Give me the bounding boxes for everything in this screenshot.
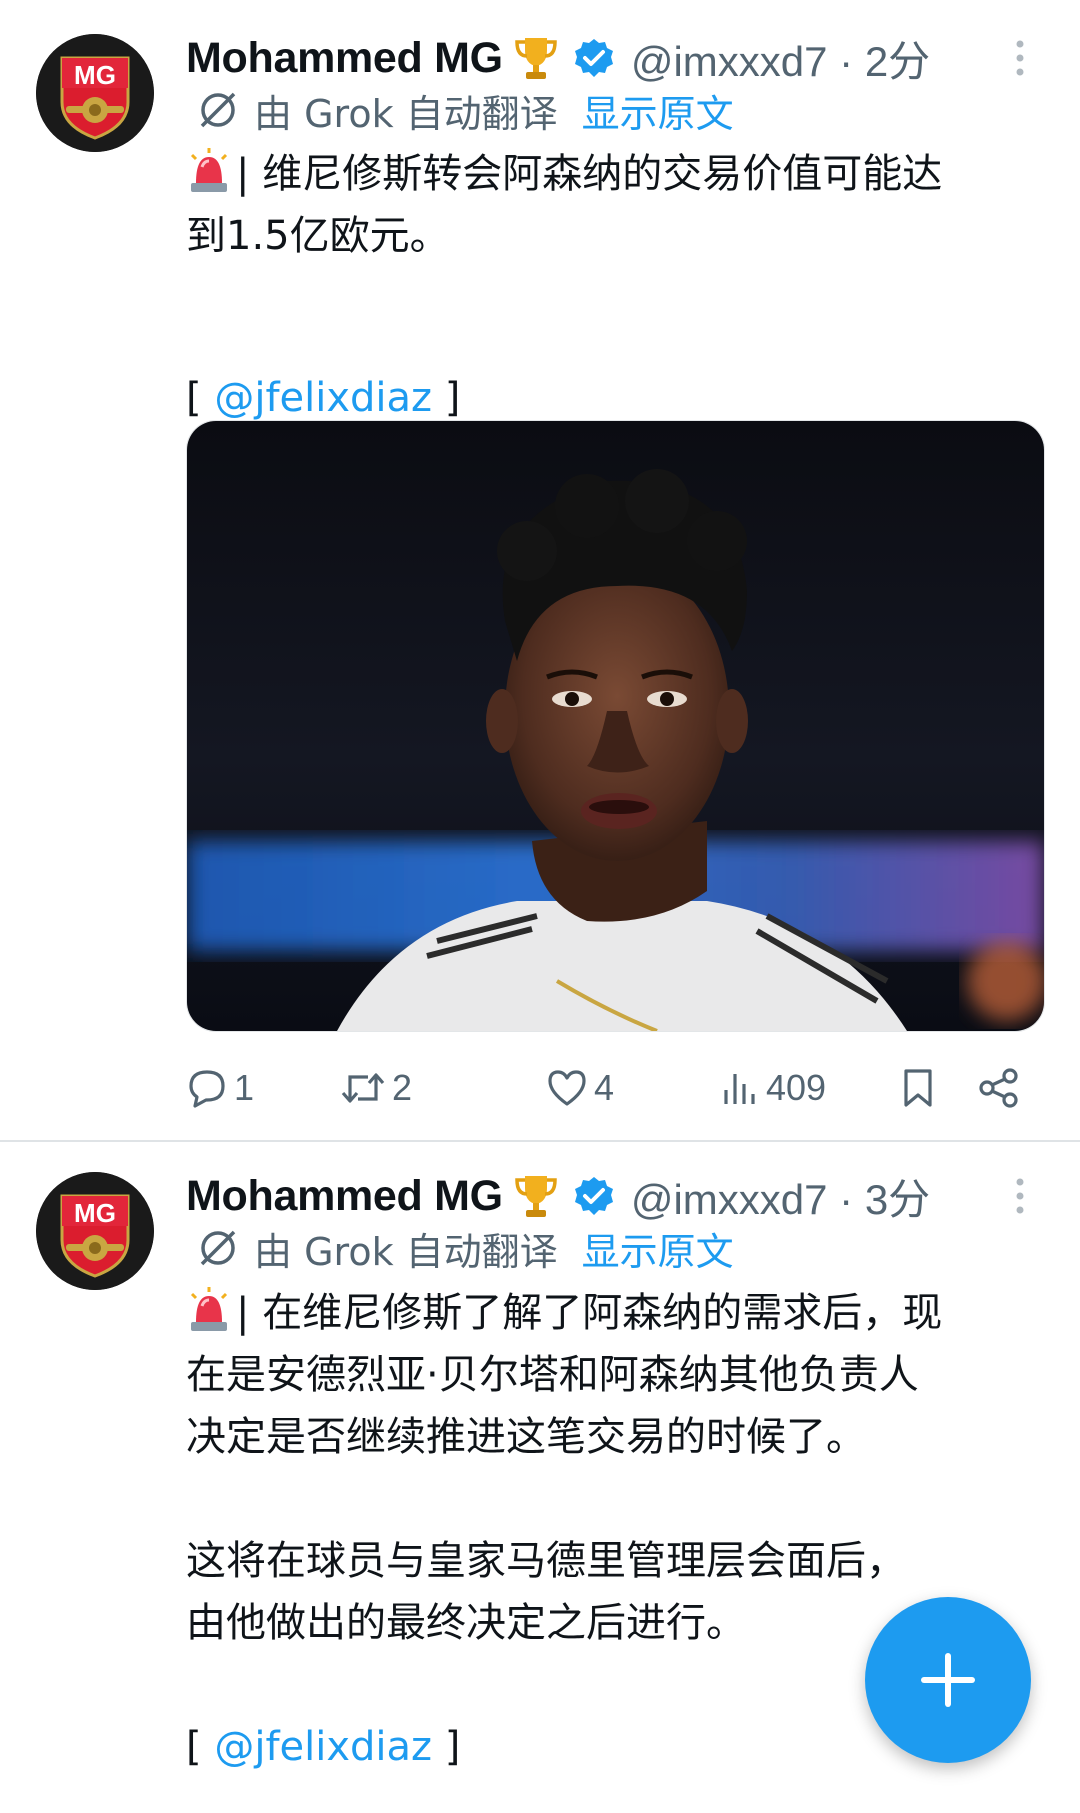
translation-notice: 由 Grok 自动翻译 显示原文 — [196, 80, 734, 140]
source-bracket-close: ] — [432, 375, 461, 421]
siren-emoji-icon — [186, 1286, 232, 1334]
translated-by-label: 由 Grok 自动翻译 — [254, 1229, 558, 1274]
more-options-icon[interactable] — [1008, 1176, 1032, 1216]
like-count: 4 — [594, 1067, 615, 1108]
source-bracket-open: [ — [186, 375, 215, 421]
trophy-icon — [513, 1172, 559, 1220]
grok-icon — [196, 88, 240, 132]
bookmark-icon — [904, 1069, 932, 1107]
arsenal-mg-logo-icon: MG — [36, 34, 154, 152]
share-button[interactable] — [978, 1058, 1020, 1118]
reply-count: 1 — [234, 1067, 255, 1108]
tweet-text-line: 到1.5亿欧元。 — [186, 213, 450, 259]
retweet-button[interactable]: 2 — [340, 1058, 412, 1118]
more-options-icon[interactable] — [1008, 38, 1032, 78]
tweet-text-line: 这将在球员与皇家马德里管理层会面后， — [186, 1538, 906, 1584]
source-bracket-close: ] — [432, 1724, 461, 1770]
show-original-link[interactable]: 显示原文 — [582, 1221, 734, 1276]
svg-text:MG: MG — [74, 60, 116, 90]
retweet-count: 2 — [392, 1067, 413, 1108]
share-icon — [979, 1068, 1018, 1108]
tweet-text-line: | 维尼修斯转会阿森纳的交易价值可能达 — [236, 151, 943, 197]
tweet-text-line: 在是安德烈亚·贝尔塔和阿森纳其他负责人 — [186, 1352, 919, 1398]
reply-icon — [189, 1070, 225, 1108]
arsenal-mg-logo-icon: MG — [36, 1172, 154, 1290]
tweet-actions: 1 2 4 409 — [186, 1058, 1046, 1118]
tweet-text: | 维尼修斯转会阿森纳的交易价值可能达 到1.5亿欧元。 [ @jfelixdi… — [186, 143, 1046, 429]
translated-by-label: 由 Grok 自动翻译 — [254, 91, 558, 136]
heart-icon — [548, 1070, 586, 1106]
grok-icon — [196, 1226, 240, 1270]
tweet[interactable]: MG Mohammed MG @imxxxd7 · 2分 由 Grok 自动翻译… — [0, 0, 1080, 1142]
mention-link[interactable]: @jfelixdiaz — [214, 1724, 432, 1770]
views-chart-icon — [724, 1074, 755, 1104]
translation-notice: 由 Grok 自动翻译 显示原文 — [196, 1218, 734, 1278]
retweet-icon — [341, 1073, 385, 1103]
player-photo — [187, 421, 1044, 1031]
mention-link[interactable]: @jfelixdiaz — [214, 375, 432, 421]
tweet-media-image[interactable] — [186, 420, 1045, 1032]
avatar[interactable]: MG — [36, 34, 154, 152]
verified-badge-icon[interactable] — [573, 1175, 615, 1217]
plus-icon — [921, 1653, 975, 1707]
view-count: 409 — [766, 1067, 827, 1108]
verified-badge-icon[interactable] — [573, 37, 615, 79]
views-button[interactable]: 409 — [720, 1058, 826, 1118]
tweet-text-line: 决定是否继续推进这笔交易的时候了。 — [186, 1414, 866, 1460]
tweet-text-line: | 在维尼修斯了解了阿森纳的需求后，现 — [236, 1290, 943, 1336]
show-original-link[interactable]: 显示原文 — [582, 83, 734, 138]
display-name[interactable]: Mohammed MG — [186, 34, 503, 83]
source-bracket-open: [ — [186, 1724, 215, 1770]
reply-button[interactable]: 1 — [186, 1058, 254, 1118]
avatar[interactable]: MG — [36, 1172, 154, 1290]
like-button[interactable]: 4 — [546, 1058, 614, 1118]
trophy-icon — [513, 34, 559, 82]
display-name[interactable]: Mohammed MG — [186, 1172, 503, 1221]
siren-emoji-icon — [186, 147, 232, 195]
compose-tweet-button[interactable] — [865, 1597, 1031, 1763]
bookmark-button[interactable] — [900, 1058, 936, 1118]
svg-text:MG: MG — [74, 1198, 116, 1228]
